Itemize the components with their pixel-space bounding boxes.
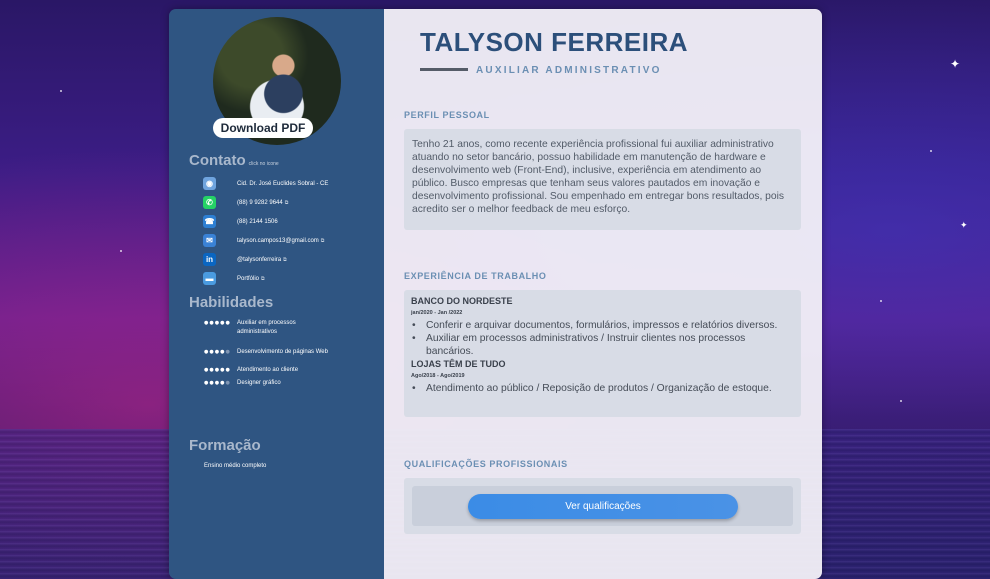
skill-rating: ●●●●● [204, 349, 230, 355]
linkedin-icon[interactable]: in [203, 253, 216, 266]
contact-text: Portfólio [237, 275, 260, 282]
contact-text: (88) 2144 1506 [237, 218, 278, 225]
qualifications-heading: QUALIFICAÇÕES PROFISSIONAIS [404, 459, 568, 469]
contact-title: Contato [189, 152, 246, 169]
contact-hint: click no icone [248, 161, 279, 167]
skill-label: Auxiliar em processos administrativos [237, 320, 296, 335]
location-icon[interactable]: ◉ [203, 177, 216, 190]
star-icon: ✦ [950, 57, 961, 71]
contact-item[interactable]: ☎ (88) 2144 1506 [203, 215, 278, 228]
education-text: Ensino médio completo [204, 463, 267, 469]
skills-section-title: Habilidades [189, 294, 274, 311]
perfil-heading: PERFIL PESSOAL [404, 110, 490, 120]
star-dot [930, 150, 932, 152]
skill-item: ●●●●● Auxiliar em processos administrativ… [204, 319, 337, 337]
company-name: BANCO DO NORDESTE [411, 296, 513, 306]
full-name: TALYSON FERREIRA [420, 27, 689, 57]
skill-item: ●●●●● Desenvolvimento de páginas Web [204, 348, 337, 357]
resume-card: Download PDF Contato click no icone ◉ Cid.… [169, 9, 822, 579]
star-dot [120, 250, 122, 252]
external-link-icon[interactable]: ⧉ [283, 257, 287, 263]
experience-list: BANCO DO NORDESTE jan/2020 - Jan /2022 Con… [404, 290, 801, 401]
skill-label: Designer gráfico [237, 380, 281, 386]
star-dot [880, 300, 882, 302]
phone-icon[interactable]: ☎ [203, 215, 216, 228]
sidebar: Download PDF Contato click no icone ◉ Cid.… [169, 9, 384, 579]
skill-rating: ●●●●● [204, 367, 230, 373]
job-dates: jan/2020 - Jan /2022 [411, 310, 463, 316]
perfil-box: Tenho 21 anos, como recente experiência … [404, 129, 801, 230]
title-divider [420, 68, 468, 71]
education-section-title: Formação [189, 437, 261, 454]
company-name: LOJAS TÊM DE TUDO [411, 359, 506, 369]
folder-icon[interactable]: ▬ [203, 272, 216, 285]
contact-item[interactable]: in @talysonferreira ⧉ [203, 253, 287, 266]
skill-rating: ●●●●● [204, 320, 230, 326]
external-link-icon[interactable]: ⧉ [285, 200, 289, 206]
qualifications-box: Ver qualificações [404, 478, 801, 534]
skill-label: Desenvolvimento de páginas Web [237, 349, 328, 355]
main-content: TALYSON FERREIRA AUXILIAR ADMINISTRATIVO… [384, 9, 822, 579]
star-icon: ✦ [960, 221, 968, 231]
contact-item[interactable]: ▬ Portfólio ⧉ [203, 272, 265, 285]
download-pdf-button[interactable]: Download PDF [213, 118, 313, 138]
contact-section-title: Contato click no icone [189, 152, 279, 169]
contact-item[interactable]: ✉ talyson.campos13@gmail.com ⧉ [203, 234, 324, 247]
star-dot [60, 90, 62, 92]
experience-heading: EXPERIÊNCIA DE TRABALHO [404, 271, 547, 281]
contact-text: Cid. Dr. José Euclides Sobral - CE [237, 180, 329, 187]
job-subtitle: AUXILIAR ADMINISTRATIVO [476, 65, 662, 76]
contact-text: @talysonferreira [237, 256, 282, 263]
duty-item: Atendimento ao público / Reposição de pr… [411, 382, 794, 395]
contact-item[interactable]: ◉ Cid. Dr. José Euclides Sobral - CE [203, 177, 328, 190]
skill-item: ●●●●● Designer gráfico [204, 379, 337, 388]
whatsapp-icon[interactable]: ✆ [203, 196, 216, 209]
experience-box: BANCO DO NORDESTE jan/2020 - Jan /2022 Con… [404, 290, 801, 417]
skill-item: ●●●●● Atendimento ao cliente [204, 366, 337, 375]
email-icon[interactable]: ✉ [203, 234, 216, 247]
perfil-text: Tenho 21 anos, como recente experiência … [412, 139, 785, 215]
view-qualifications-button[interactable]: Ver qualificações [468, 494, 738, 519]
star-dot [900, 400, 902, 402]
job-duties: Atendimento ao público / Reposição de pr… [411, 382, 794, 395]
job-duties: Conferir e arquivar documentos, formulár… [411, 319, 794, 358]
contact-item[interactable]: ✆ (88) 9 9282 9644 ⧉ [203, 196, 288, 209]
duty-item: Conferir e arquivar documentos, formulár… [411, 319, 794, 332]
contact-text: (88) 9 9282 9644 [237, 199, 283, 206]
duty-item: Auxiliar em processos administrativos / … [411, 332, 794, 358]
external-link-icon[interactable]: ⧉ [261, 276, 265, 282]
qualifications-inner: Ver qualificações [412, 486, 793, 526]
job-dates: Ago/2018 - Ago/2019 [411, 373, 465, 379]
skill-rating: ●●●●● [204, 380, 230, 386]
contact-text: talyson.campos13@gmail.com [237, 237, 319, 244]
skill-label: Atendimento ao cliente [237, 367, 299, 373]
external-link-icon[interactable]: ⧉ [321, 238, 325, 244]
